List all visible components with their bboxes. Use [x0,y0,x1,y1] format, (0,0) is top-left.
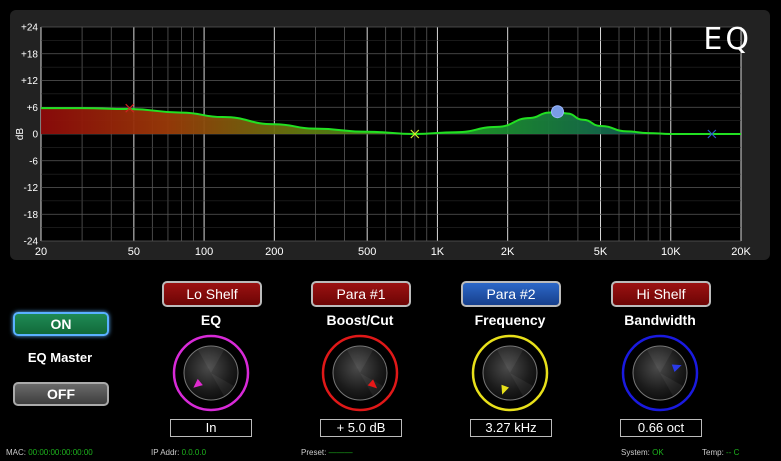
status-mac: MAC: 00:00:00:00:00:00 [6,448,93,457]
boost-cut-label: Boost/Cut [326,312,394,328]
temp-value: -- C [726,448,740,457]
y-tick-label: +18 [21,49,38,60]
x-tick-label: 2K [501,246,515,258]
status-temp: Temp: -- C [702,448,739,457]
band-lo-shelf-button[interactable]: Lo Shelf [162,281,262,307]
x-tick-label: 50 [128,246,140,258]
y-tick-label: +6 [27,103,39,114]
bandwidth-value: 0.66 oct [620,419,702,437]
x-tick-label: 20 [35,246,47,258]
x-tick-label: 20K [731,246,751,258]
preset-value: ——— [328,448,353,457]
eq-value: In [170,419,252,437]
boost-cut-knob[interactable] [320,333,400,413]
frequency-value: 3.27 kHz [470,419,552,437]
mac-label: MAC: [6,448,26,457]
mac-value: 00:00:00:00:00:00 [28,448,93,457]
band-hi-shelf-button[interactable]: Hi Shelf [611,281,711,307]
eq-graph-panel: +24 +18 +12 +6 0 -6 -12 -18 -24 dB 20 50 100 200 500 1K… [10,10,770,260]
x-tick-label: 5K [594,246,608,258]
page-title: EQ [703,22,752,57]
y-tick-label: -18 [24,210,39,221]
eq-master-on-button[interactable]: ON [13,312,109,336]
ip-value: 0.0.0.0 [181,448,207,457]
boost-cut-value: + 5.0 dB [320,419,402,437]
x-tick-label: 200 [265,246,283,258]
x-tick-label: 1K [431,246,445,258]
y-axis-label: dB [15,128,26,141]
system-label: System: [621,448,650,457]
status-preset: Preset: ——— [301,448,353,457]
eq-master-label: EQ Master [27,350,93,365]
band-para-2-button[interactable]: Para #2 [461,281,561,307]
eq-knob[interactable] [171,333,251,413]
ip-label: IP Addr: [151,448,180,457]
band-point-2 [550,105,564,119]
y-tick-label: -12 [24,183,39,194]
eq-master-off-button[interactable]: OFF [13,382,109,406]
band-para-1-button[interactable]: Para #1 [311,281,411,307]
y-tick-label: -6 [29,156,38,167]
y-tick-label: +24 [21,23,38,34]
y-tick-label: 0 [32,130,38,141]
status-system: System: OK [621,448,664,457]
temp-label: Temp: [702,448,724,457]
preset-label: Preset: [301,448,327,457]
x-tick-label: 500 [358,246,376,258]
eq-label: EQ [200,312,222,328]
x-tick-label: 10K [661,246,681,258]
system-value: OK [652,448,664,457]
frequency-knob[interactable] [470,333,550,413]
bandwidth-label: Bandwidth [624,312,696,328]
y-tick-label: +12 [21,76,38,87]
bandwidth-knob[interactable] [620,333,700,413]
frequency-label: Frequency [474,312,546,328]
x-tick-label: 100 [195,246,213,258]
status-ip: IP Addr: 0.0.0.0 [151,448,206,457]
eq-graph[interactable]: +24+18+12+60-6-12-18-24dB20 50 100 200 500 1K… [10,10,770,260]
